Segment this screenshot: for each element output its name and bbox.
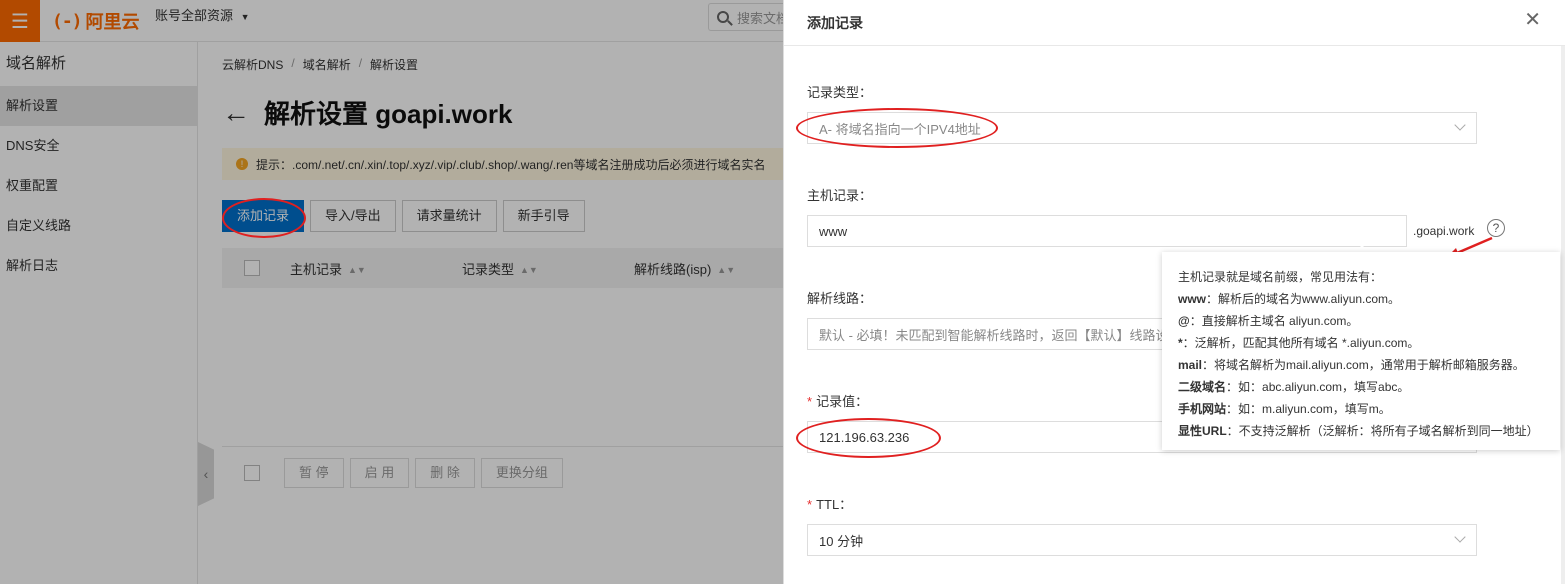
record-type-select[interactable]: A- 将域名指向一个IPV4地址: [807, 112, 1477, 144]
record-type-value: A- 将域名指向一个IPV4地址: [819, 121, 981, 137]
tooltip-text: ：直接解析主域名 aliyun.com。: [1189, 314, 1359, 328]
tooltip-text: ：不支持泛解析（泛解析：将所有子域名解析到同一地址）: [1226, 424, 1539, 438]
tooltip-line-wildcard: *：泛解析，匹配其他所有域名 *.aliyun.com。: [1178, 332, 1544, 354]
tooltip-key: 二级域名: [1178, 380, 1227, 394]
host-record-label: 主机记录：: [807, 188, 873, 203]
resolve-line-label: 解析线路：: [807, 291, 873, 306]
panel-title: 添加记录: [807, 14, 863, 31]
panel-scrollbar[interactable]: [1561, 46, 1565, 584]
chevron-down-icon: [1454, 119, 1466, 131]
ttl-label: * TTL：: [807, 494, 852, 513]
host-record-help-tooltip: 主机记录就是域名前缀，常见用法有： www：解析后的域名为www.aliyun.…: [1162, 252, 1560, 450]
host-record-input[interactable]: www: [807, 215, 1407, 247]
tooltip-text: ：泛解析，匹配其他所有域名 *.aliyun.com。: [1182, 336, 1420, 350]
tooltip-text: ：将域名解析为mail.aliyun.com，通常用于解析邮箱服务器。: [1202, 358, 1525, 372]
resolve-line-value: 默认 - 必填！未匹配到智能解析线路时，返回【默认】线路设置: [819, 327, 1182, 343]
required-marker: *: [807, 497, 813, 512]
chevron-down-icon: [1454, 531, 1466, 543]
ttl-select[interactable]: 10 分钟: [807, 524, 1477, 556]
record-value-label-text: 记录值：: [816, 394, 869, 409]
record-value-value: 121.196.63.236: [819, 429, 910, 445]
tooltip-line-explicit-url: 显性URL：不支持泛解析（泛解析：将所有子域名解析到同一地址）: [1178, 420, 1544, 442]
tooltip-intro: 主机记录就是域名前缀，常见用法有：: [1178, 270, 1383, 284]
tooltip-line-subdomain: 二级域名：如：abc.aliyun.com，填写abc。: [1178, 376, 1544, 398]
tooltip-line-www: www：解析后的域名为www.aliyun.com。: [1178, 288, 1544, 310]
modal-overlay[interactable]: [0, 0, 783, 584]
ttl-value: 10 分钟: [819, 533, 864, 549]
host-record-value: www: [819, 223, 848, 239]
tooltip-text: ：如：m.aliyun.com，填写m。: [1226, 402, 1391, 416]
tooltip-key: 显性URL: [1178, 424, 1227, 438]
tooltip-key: @: [1178, 314, 1190, 328]
tooltip-line-mobile: 手机网站：如：m.aliyun.com，填写m。: [1178, 398, 1544, 420]
panel-header: 添加记录: [784, 0, 1565, 46]
record-type-label: 记录类型：: [807, 85, 873, 100]
tooltip-arrow: [1355, 245, 1369, 252]
close-icon[interactable]: ✕: [1524, 10, 1541, 30]
tooltip-key: www: [1178, 292, 1207, 306]
tooltip-line-at: @：直接解析主域名 aliyun.com。: [1178, 310, 1544, 332]
tooltip-key: 手机网站: [1178, 402, 1227, 416]
ttl-label-text: TTL：: [816, 497, 853, 512]
required-marker: *: [807, 394, 813, 409]
tooltip-text: ：解析后的域名为www.aliyun.com。: [1206, 292, 1401, 306]
tooltip-line-mail: mail：将域名解析为mail.aliyun.com，通常用于解析邮箱服务器。: [1178, 354, 1544, 376]
tooltip-key: mail: [1178, 358, 1203, 372]
record-value-label: * 记录值：: [807, 391, 868, 410]
tooltip-text: ：如：abc.aliyun.com，填写abc。: [1226, 380, 1410, 394]
